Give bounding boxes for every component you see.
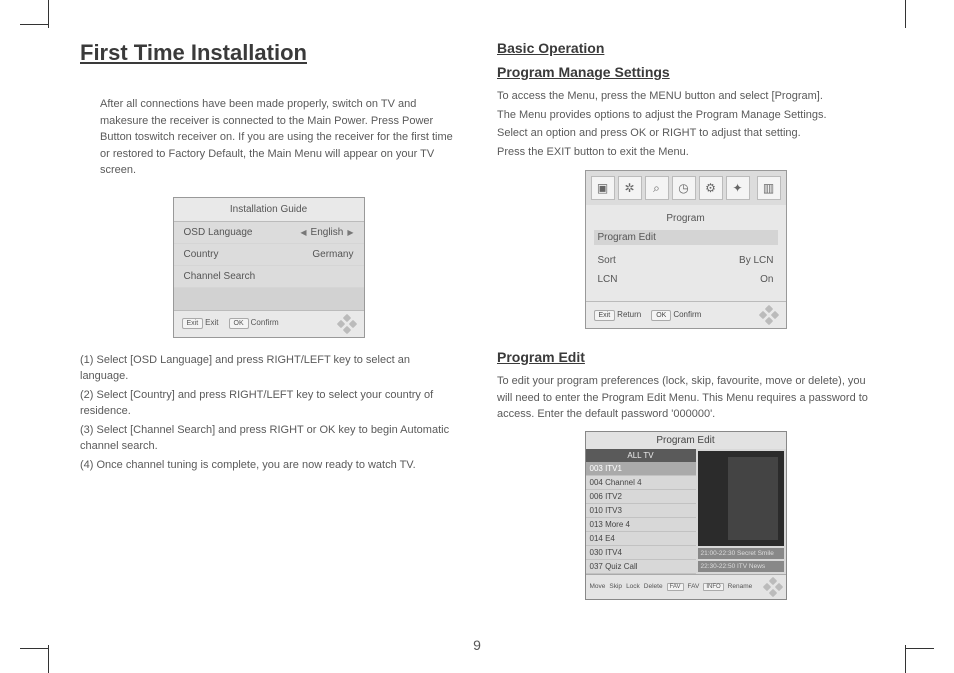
- lock-action[interactable]: Lock: [626, 583, 640, 590]
- pms-line-4: Press the EXIT button to exit the Menu.: [497, 144, 874, 161]
- skip-action[interactable]: Skip: [609, 583, 622, 590]
- page-title: First Time Installation: [80, 40, 457, 66]
- fav-key-icon: FAV: [667, 583, 684, 591]
- ig-label: Country: [184, 249, 219, 260]
- fav-action[interactable]: FAV: [688, 583, 700, 590]
- ok-key-icon: OK: [651, 310, 671, 321]
- program-edit-item[interactable]: Program Edit: [594, 230, 778, 245]
- channel-row[interactable]: 013 More 4: [586, 518, 696, 532]
- channel-row[interactable]: 030 ITV4: [586, 546, 696, 560]
- confirm-label: Confirm: [673, 310, 701, 319]
- ok-key-icon: OK: [229, 318, 249, 329]
- ig-value: Germany: [312, 249, 353, 260]
- pm-value: On: [760, 274, 773, 285]
- card-icon[interactable]: ▥: [757, 176, 781, 200]
- installation-guide-title: Installation Guide: [174, 198, 364, 222]
- ig-row-channel-search[interactable]: Channel Search: [174, 266, 364, 288]
- pe-title: Program Edit: [586, 432, 786, 449]
- page-number: 9: [0, 637, 954, 653]
- epg-row: 22:30-22:50 ITV News: [698, 561, 784, 572]
- move-action[interactable]: Move: [590, 583, 606, 590]
- exit-label: Exit: [205, 318, 218, 327]
- ig-footer: ExitExit OKConfirm: [174, 310, 364, 337]
- epg-row: 21:00-22:30 Secret Smile: [698, 548, 784, 559]
- program-menu-panel: ▣ ✲ ⌕ ◷ ⚙ ✦ ▥ Program Program Edit Sort …: [585, 170, 787, 329]
- pm-label: LCN: [598, 274, 618, 285]
- exit-key-icon: Exit: [182, 318, 204, 329]
- ig-label: OSD Language: [184, 227, 253, 238]
- ig-label: Channel Search: [184, 271, 256, 282]
- pms-line-1: To access the Menu, press the MENU butto…: [497, 88, 874, 105]
- search-icon[interactable]: ⌕: [645, 176, 669, 200]
- channel-row[interactable]: 037 Quiz Call: [586, 560, 696, 574]
- pm-row-sort[interactable]: Sort By LCN: [594, 251, 778, 270]
- program-edit-panel: Program Edit ALL TV 003 ITV1 004 Channel…: [585, 431, 787, 600]
- clock-icon[interactable]: ◷: [672, 176, 696, 200]
- info-key-icon: INFO: [703, 583, 723, 591]
- pm-row-lcn[interactable]: LCN On: [594, 270, 778, 289]
- program-menu-title: Program: [594, 209, 778, 230]
- step-1: (1) Select [OSD Language] and press RIGH…: [80, 352, 457, 385]
- installation-guide-panel: Installation Guide OSD Language ◀ Englis…: [173, 197, 365, 338]
- pm-label: Sort: [598, 255, 616, 266]
- tv-icon[interactable]: ▣: [591, 176, 615, 200]
- arrow-left-icon[interactable]: ◀: [300, 228, 306, 237]
- gear-icon[interactable]: ⚙: [699, 176, 723, 200]
- heading-program-edit: Program Edit: [497, 349, 874, 365]
- ig-value: English: [311, 227, 344, 238]
- channel-row[interactable]: 014 E4: [586, 532, 696, 546]
- pm-footer: ExitReturn OKConfirm: [586, 301, 786, 328]
- pms-line-2: The Menu provides options to adjust the …: [497, 107, 874, 124]
- pe-action-bar: Move Skip Lock Delete FAV FAV INFO Renam…: [586, 574, 786, 599]
- reel-icon[interactable]: ✲: [618, 176, 642, 200]
- heading-basic-operation: Basic Operation: [497, 40, 874, 56]
- step-3: (3) Select [Channel Search] and press RI…: [80, 422, 457, 455]
- rename-action[interactable]: Rename: [728, 583, 753, 590]
- tools-icon[interactable]: ✦: [726, 176, 750, 200]
- exit-key-icon: Exit: [594, 310, 616, 321]
- heading-program-manage-settings: Program Manage Settings: [497, 64, 874, 80]
- dpad-icon: [760, 306, 778, 324]
- confirm-label: Confirm: [251, 318, 279, 327]
- channel-row[interactable]: 004 Channel 4: [586, 476, 696, 490]
- channel-row[interactable]: 003 ITV1: [586, 462, 696, 476]
- return-label: Return: [617, 310, 641, 319]
- channel-row[interactable]: 010 ITV3: [586, 504, 696, 518]
- preview-thumbnail: [698, 451, 784, 546]
- dpad-icon: [764, 578, 782, 596]
- step-4: (4) Once channel tuning is complete, you…: [80, 457, 457, 474]
- arrow-right-icon[interactable]: ▶: [347, 228, 353, 237]
- step-2: (2) Select [Country] and press RIGHT/LEF…: [80, 387, 457, 420]
- intro-paragraph: After all connections have been made pro…: [100, 96, 457, 179]
- pm-value: By LCN: [739, 255, 773, 266]
- pms-line-3: Select an option and press OK or RIGHT t…: [497, 125, 874, 142]
- program-edit-paragraph: To edit your program preferences (lock, …: [497, 373, 874, 423]
- dpad-icon: [338, 315, 356, 333]
- delete-action[interactable]: Delete: [644, 583, 663, 590]
- pe-tab-alltv[interactable]: ALL TV: [586, 449, 696, 462]
- channel-row[interactable]: 006 ITV2: [586, 490, 696, 504]
- ig-row-osd-language[interactable]: OSD Language ◀ English ▶: [174, 222, 364, 244]
- ig-row-country[interactable]: Country Germany: [174, 244, 364, 266]
